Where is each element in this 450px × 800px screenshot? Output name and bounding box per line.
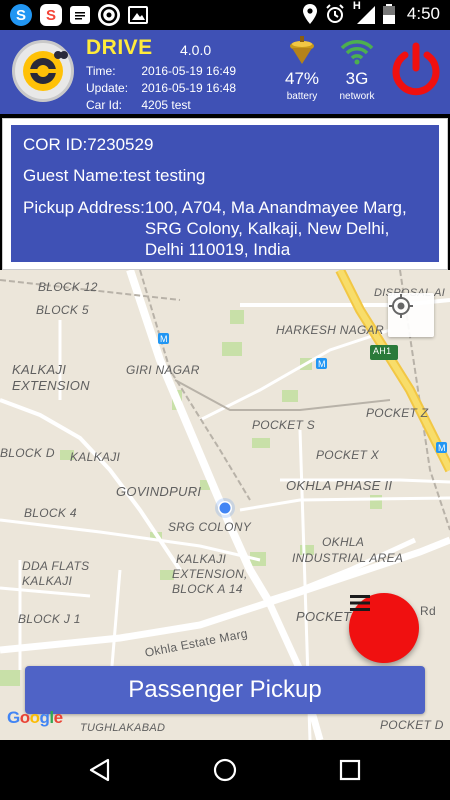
map-label: KALKAJI [22,574,73,588]
home-icon[interactable] [211,756,239,784]
map-label: POCKET Z [366,406,429,420]
google-logo: Google [7,708,63,727]
app-title: DRIVE [86,36,153,59]
map-label: BLOCK A 14 [172,582,243,596]
menu-fab-button[interactable] [349,593,419,663]
my-location-button[interactable] [388,293,434,337]
message-icon [70,6,90,24]
image-icon [128,6,148,24]
map-label: POCKET S [252,418,316,432]
update-value: 2016-05-19 16:48 [141,81,237,95]
wifi-icon [340,40,374,65]
map-label: INDUSTRIAL AREA [292,551,404,565]
battery-metric: 47% battery [282,36,322,102]
navigation-bar [0,740,450,800]
map-label: POCKET D [380,718,444,732]
cor-id: COR ID:7230529 [23,135,154,154]
menu-icon [350,595,370,611]
drive-logo-icon [23,51,68,91]
map-label: BLOCK D [0,446,55,460]
car-id-label: Car Id: [86,98,123,112]
map-label: KALKAJI [70,450,121,464]
map-label: BLOCK 12 [38,280,98,294]
recents-icon[interactable] [336,756,364,784]
car-id-row: Car Id: 4205 test [86,98,191,112]
map-label: KALKAJI [176,552,227,566]
notification-icons: S S [10,4,148,26]
pickup-address-value: 100, A704, Ma Anandmayee Marg, SRG Colon… [144,198,407,259]
app-logo [12,40,74,102]
crosshair-icon [389,294,413,318]
power-icon [392,42,440,96]
pickup-address-row: Pickup Address: 100, A704, Ma Anandmayee… [23,197,427,260]
metro-symbol: M [160,334,168,344]
app-version: 4.0.0 [180,42,212,58]
network-value: 3G [345,69,369,88]
map-label: Rd [420,604,436,618]
map-label: SRG COLONY [168,520,252,534]
time-row: Time: 2016-05-19 16:49 [86,64,236,78]
passenger-pickup-button[interactable]: Passenger Pickup [25,666,425,714]
map-label: GIRI NAGAR [126,363,200,377]
spinning-top-icon [290,36,314,64]
booking-card: COR ID:7230529 Guest Name:test testing P… [2,118,448,270]
map-label: EXTENSION, [172,567,248,581]
time-label: Time: [86,64,116,78]
network-caption: network [339,91,375,102]
signal-icon: H [353,0,375,24]
power-button[interactable] [388,42,444,98]
map-view[interactable]: M M M BLOCK 12 BLOCK 5 KALKAJI EXTENSION… [0,270,450,740]
map-label: BLOCK J 1 [18,612,81,626]
status-bar: S S H 4:50 [0,0,450,30]
battery-icon [382,4,395,24]
drive-app-icon [98,4,120,26]
guest-name: Guest Name:test testing [23,166,206,185]
system-icons: H 4:50 [302,0,440,24]
update-label: Update: [86,81,129,95]
map-label: DDA FLATS [22,559,90,573]
booking-details: COR ID:7230529 Guest Name:test testing P… [11,125,439,262]
map-label: KALKAJI [12,362,67,377]
metro-symbol: M [318,359,326,369]
alarm-icon [326,4,344,23]
location-icon [302,4,317,24]
map-label: OKHLA [322,535,365,549]
app-s-icon: S [40,4,62,26]
map-label: BLOCK 5 [36,303,89,317]
map-label: GOVINDPURI [116,484,202,499]
back-icon[interactable] [86,756,114,784]
map-label: POCKET [296,609,352,624]
map-label: OKHLA PHASE II [286,478,393,493]
battery-caption: battery [286,91,318,102]
map-label: POCKET X [316,448,380,462]
time-value: 2016-05-19 16:49 [141,64,237,78]
map-label: HARKESH NAGAR [276,323,384,337]
skype-icon: S [10,4,32,26]
app-header: DRIVE 4.0.0 Time: 2016-05-19 16:49 Updat… [0,30,450,114]
car-id-value: 4205 test [141,98,191,112]
network-metric: 3G network [334,36,380,102]
update-row: Update: 2016-05-19 16:48 [86,81,236,95]
clock: 4:50 [406,4,440,23]
map-label: EXTENSION [12,378,90,393]
metro-symbol: M [438,443,446,453]
pickup-address-label: Pickup Address: [23,198,145,217]
map-label: BLOCK 4 [24,506,77,520]
battery-value: 47% [284,69,320,88]
map-label: TUGHLAKABAD [80,722,166,734]
highway-shield: AH1 [373,346,392,356]
